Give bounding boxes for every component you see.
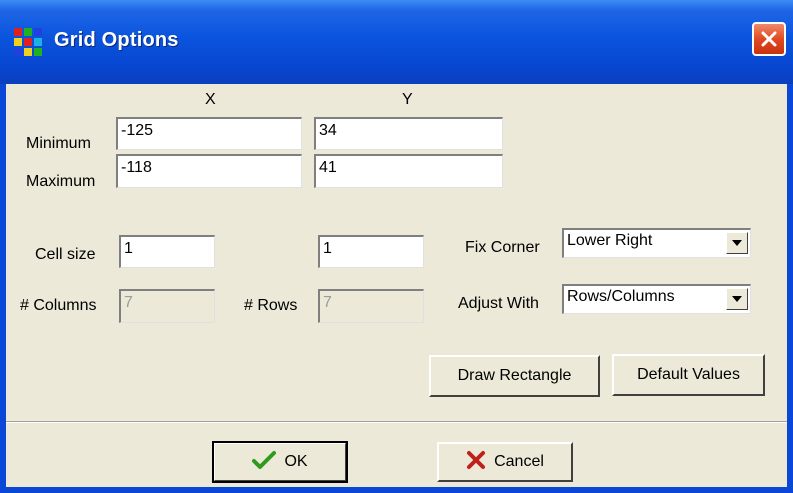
- draw-rectangle-button[interactable]: Draw Rectangle: [429, 355, 600, 397]
- separator: [6, 421, 787, 423]
- dropdown-arrow-button[interactable]: [726, 232, 748, 254]
- cancel-button[interactable]: Cancel: [437, 442, 573, 482]
- grid-options-dialog: Grid Options X Y Minimum -125 34 Maximum…: [0, 0, 793, 493]
- y-header: Y: [402, 91, 413, 108]
- chevron-down-icon: [732, 240, 742, 246]
- cancel-label: Cancel: [494, 453, 544, 470]
- minimum-label: Minimum: [26, 135, 91, 152]
- max-x-field[interactable]: -118: [116, 154, 302, 188]
- adjust-with-select[interactable]: Rows/Columns: [562, 284, 751, 314]
- fix-corner-label: Fix Corner: [465, 239, 540, 256]
- x-header: X: [205, 91, 216, 108]
- cell-size-y-field[interactable]: 1: [318, 235, 424, 268]
- cell-size-x-field[interactable]: 1: [119, 235, 215, 268]
- rows-label: # Rows: [244, 297, 298, 314]
- cancel-x-icon: [466, 450, 486, 475]
- min-y-field[interactable]: 34: [314, 117, 503, 150]
- default-values-button[interactable]: Default Values: [612, 354, 765, 396]
- ok-label: OK: [284, 453, 308, 470]
- maximum-label: Maximum: [26, 173, 96, 190]
- max-y-field[interactable]: 41: [314, 154, 503, 188]
- chevron-down-icon: [732, 296, 742, 302]
- min-x-field[interactable]: -125: [116, 117, 302, 150]
- grid-icon: [14, 28, 42, 56]
- rows-field: 7: [318, 289, 424, 323]
- columns-label: # Columns: [20, 297, 97, 314]
- dropdown-arrow-button[interactable]: [726, 288, 748, 310]
- cell-size-label: Cell size: [35, 246, 96, 263]
- checkmark-icon: [252, 450, 277, 475]
- adjust-with-label: Adjust With: [458, 295, 539, 312]
- title-bar[interactable]: Grid Options: [0, 0, 793, 84]
- close-button[interactable]: [752, 22, 786, 56]
- window-title: Grid Options: [54, 29, 179, 51]
- close-icon: [761, 31, 777, 47]
- columns-field: 7: [119, 289, 215, 323]
- adjust-with-value: Rows/Columns: [567, 288, 675, 305]
- fix-corner-value: Lower Right: [567, 232, 653, 249]
- fix-corner-select[interactable]: Lower Right: [562, 228, 751, 258]
- ok-button[interactable]: OK: [212, 441, 348, 483]
